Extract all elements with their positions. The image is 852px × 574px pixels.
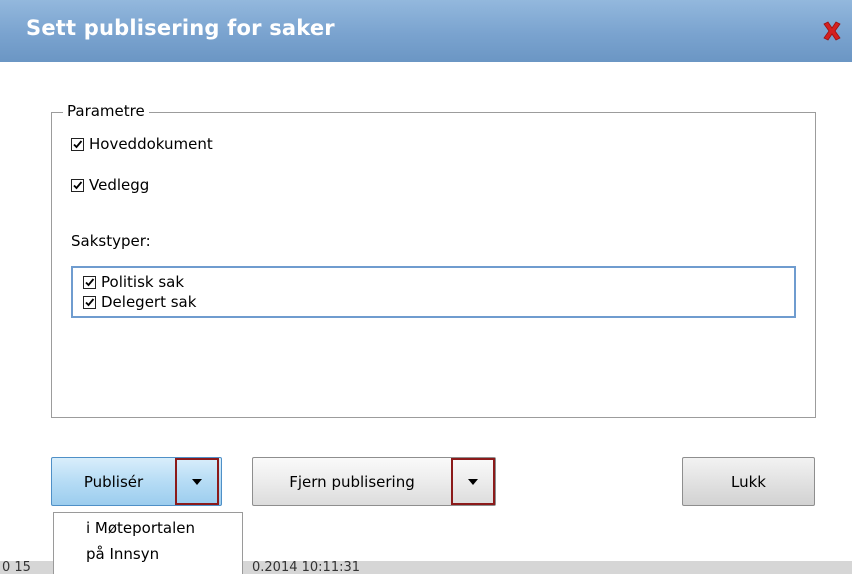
vedlegg-label: Vedlegg	[89, 176, 150, 194]
sakstyper-label: Sakstyper:	[71, 232, 151, 250]
parameters-groupbox	[51, 112, 816, 418]
hoveddokument-checkbox[interactable]: Hoveddokument	[71, 135, 213, 153]
menu-item-innsyn[interactable]: på Innsyn	[86, 545, 159, 563]
dialog-title: Sett publisering for saker	[26, 16, 335, 40]
publiser-dropdown-button[interactable]	[175, 458, 219, 505]
checkbox-box[interactable]	[71, 137, 84, 151]
publiser-label: Publisér	[83, 472, 144, 491]
chevron-down-icon	[468, 478, 478, 485]
lukk-label: Lukk	[731, 472, 766, 491]
list-item-politisk-sak[interactable]: Politisk sak	[83, 273, 184, 291]
dialog-titlebar: Sett publisering for saker	[0, 0, 852, 62]
vedlegg-checkbox[interactable]: Vedlegg	[71, 176, 149, 194]
close-icon[interactable]	[820, 19, 844, 43]
publiser-split-button[interactable]: Publisér	[51, 457, 222, 506]
checkbox-box[interactable]	[83, 275, 96, 289]
list-item-label: Delegert sak	[101, 293, 197, 311]
publish-dropdown-menu: i Møteportalen på Innsyn	[53, 512, 243, 574]
parameters-legend: Parametre	[63, 102, 149, 120]
fjern-publisering-button[interactable]: Fjern publisering	[253, 458, 451, 505]
checkbox-box[interactable]	[83, 295, 96, 309]
status-text-left: 0 15	[2, 561, 31, 574]
hoveddokument-label: Hoveddokument	[89, 135, 213, 153]
fjern-label: Fjern publisering	[289, 472, 415, 491]
fjern-split-button[interactable]: Fjern publisering	[252, 457, 496, 506]
fjern-dropdown-button[interactable]	[451, 458, 495, 505]
publiser-button[interactable]: Publisér	[52, 458, 175, 505]
status-text-right: 0.2014 10:11:31	[252, 561, 361, 574]
lukk-button[interactable]: Lukk	[682, 457, 815, 506]
menu-item-moteportalen[interactable]: i Møteportalen	[86, 519, 195, 537]
list-item-delegert-sak[interactable]: Delegert sak	[83, 293, 196, 311]
chevron-down-icon	[192, 478, 202, 485]
list-item-label: Politisk sak	[101, 273, 185, 291]
sakstyper-listbox[interactable]: Politisk sak Delegert sak	[71, 266, 796, 318]
checkbox-box[interactable]	[71, 178, 84, 192]
